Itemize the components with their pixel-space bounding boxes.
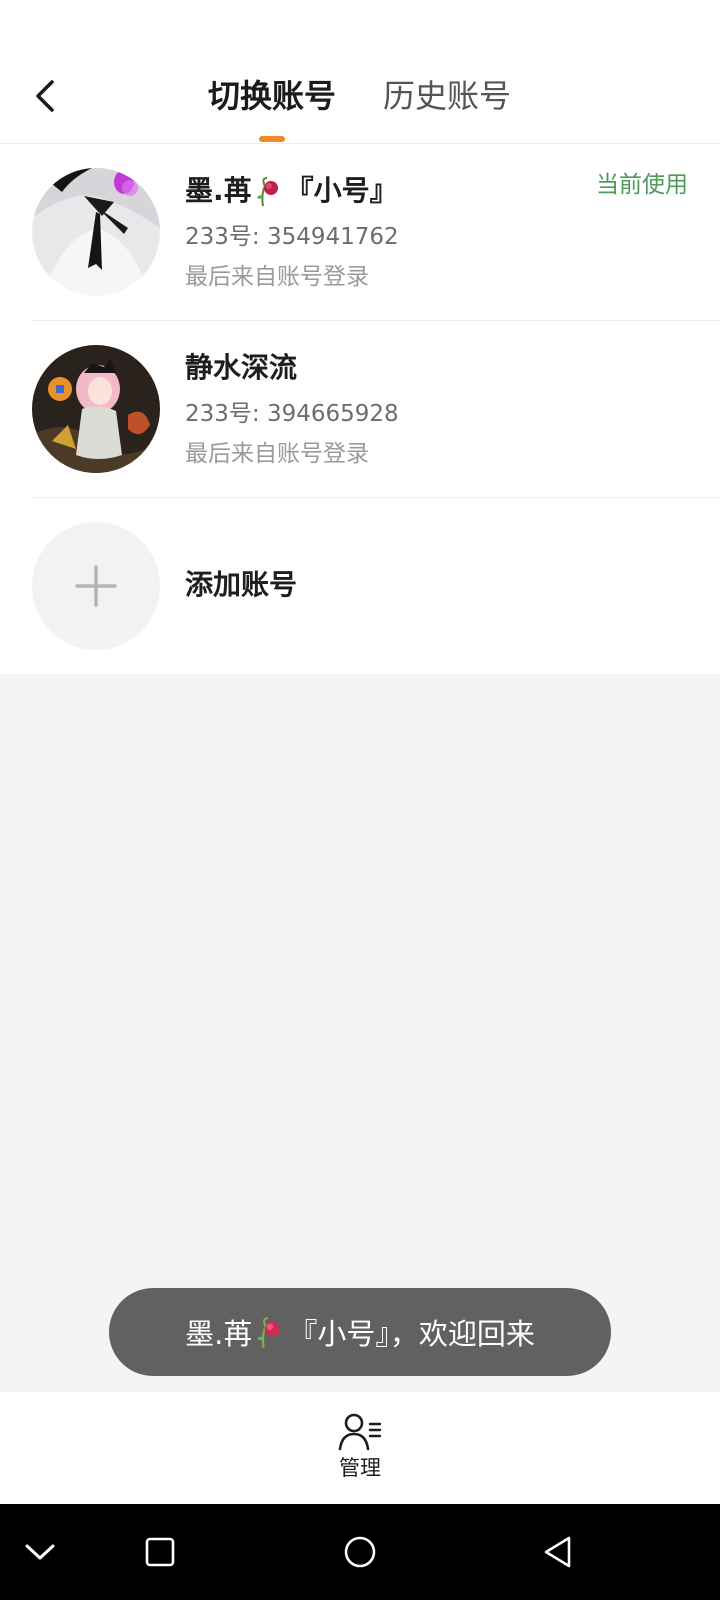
nav-hide-button[interactable] bbox=[16, 1528, 64, 1576]
wilted-rose-icon bbox=[256, 177, 278, 207]
wilted-rose-icon bbox=[257, 1317, 280, 1349]
active-tab-indicator bbox=[259, 136, 285, 142]
screen: 切换账号 历史账号 墨.苒 『小号』 233号: 354941762 最后来自账… bbox=[0, 0, 720, 1600]
account-list: 墨.苒 『小号』 233号: 354941762 最后来自账号登录 当前使用 静… bbox=[0, 144, 720, 674]
account-name-prefix: 墨.苒 bbox=[185, 174, 252, 207]
account-item-current[interactable]: 墨.苒 『小号』 233号: 354941762 最后来自账号登录 当前使用 bbox=[0, 144, 720, 321]
tab-bar: 切换账号 历史账号 bbox=[0, 56, 720, 144]
toast-prefix: 墨.苒 bbox=[185, 1317, 253, 1351]
avatar bbox=[32, 168, 160, 296]
avatar bbox=[32, 345, 160, 473]
anime-avatar-white-dress-icon bbox=[32, 168, 160, 296]
anime-avatar-pink-hair-icon bbox=[32, 345, 160, 473]
account-name-suffix: 『小号』 bbox=[285, 174, 398, 207]
account-login-source: 最后来自账号登录 bbox=[185, 264, 369, 290]
plus-icon bbox=[75, 565, 117, 607]
manage-label: 管理 bbox=[339, 1456, 381, 1480]
header: 切换账号 历史账号 bbox=[0, 56, 720, 144]
welcome-toast: 墨.苒 『小号』，欢迎回来 bbox=[109, 1288, 611, 1376]
account-name: 墨.苒 『小号』 bbox=[185, 172, 398, 210]
tab-switch-account[interactable]: 切换账号 bbox=[208, 74, 336, 118]
account-name: 静水深流 bbox=[185, 351, 298, 384]
account-id: 233号: 354941762 bbox=[185, 224, 399, 250]
nav-recents-button[interactable] bbox=[136, 1528, 184, 1576]
nav-back-button[interactable] bbox=[534, 1528, 582, 1576]
square-icon bbox=[145, 1537, 175, 1567]
status-bar bbox=[0, 0, 720, 56]
nav-home-button[interactable] bbox=[336, 1528, 384, 1576]
chevron-down-icon bbox=[25, 1544, 55, 1560]
user-list-icon bbox=[338, 1413, 382, 1451]
circle-icon bbox=[344, 1536, 376, 1568]
account-id: 233号: 394665928 bbox=[185, 401, 399, 427]
add-account-button[interactable]: 添加账号 bbox=[0, 498, 720, 674]
account-item[interactable]: 静水深流 233号: 394665928 最后来自账号登录 bbox=[0, 321, 720, 498]
manage-button[interactable]: 管理 bbox=[320, 1412, 400, 1492]
tab-history-account[interactable]: 历史账号 bbox=[383, 74, 511, 118]
bottom-toolbar: 管理 bbox=[0, 1392, 720, 1504]
add-account-circle bbox=[32, 522, 160, 650]
back-triangle-icon bbox=[544, 1536, 571, 1568]
toast-suffix: 『小号』，欢迎回来 bbox=[288, 1317, 535, 1351]
current-use-badge: 当前使用 bbox=[596, 172, 688, 198]
add-account-label: 添加账号 bbox=[185, 568, 298, 601]
system-nav-bar bbox=[0, 1504, 720, 1600]
account-login-source: 最后来自账号登录 bbox=[185, 441, 369, 467]
